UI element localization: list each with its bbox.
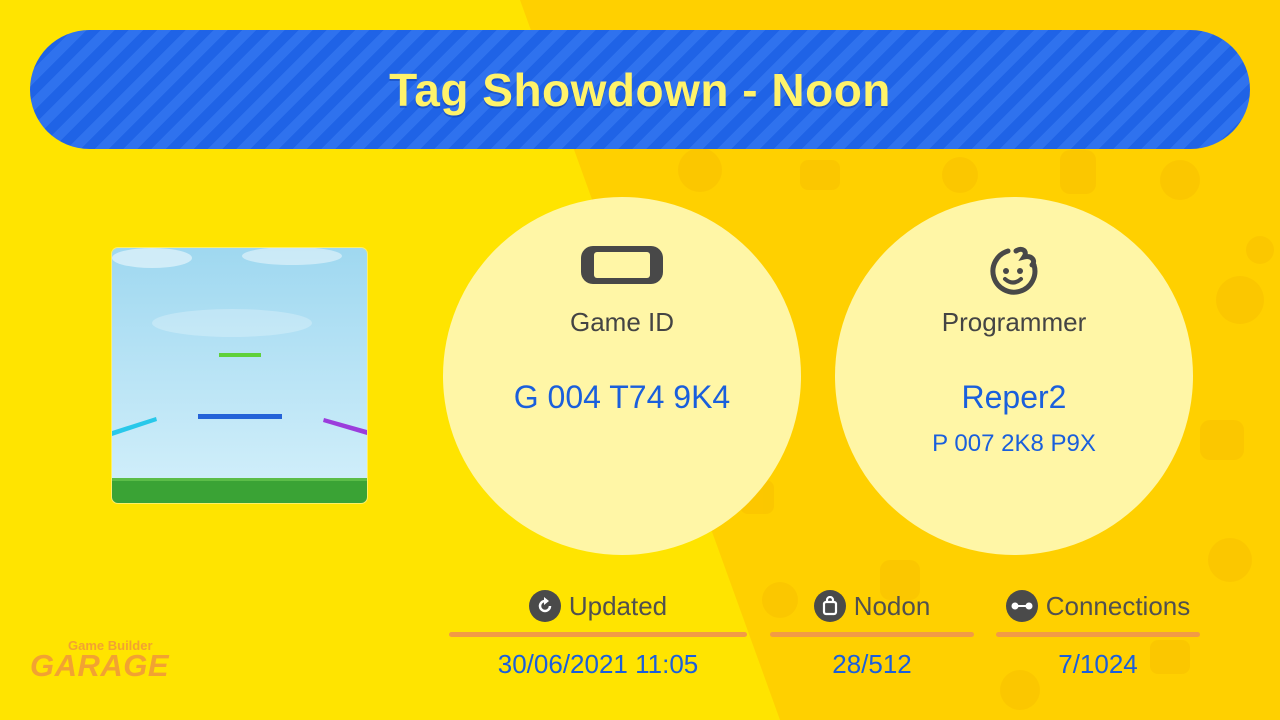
game-thumbnail-image [112,248,367,503]
programmer-label: Programmer [941,307,1087,337]
logo-main-text: GARAGE [30,648,170,683]
bag-icon [813,590,846,622]
updated-stat: Updated 30/06/2021 11:05 [449,588,747,680]
updated-label: Updated [568,590,668,621]
programmer-id: P 007 2K8 P9X [932,430,1096,457]
game-id-card: Game ID G 004 T74 9K4 [443,197,801,555]
game-thumbnail [112,248,367,503]
nodon-label: Nodon [853,590,931,621]
nodon-stat: Nodon 28/512 [770,588,974,680]
updated-value: 30/06/2021 11:05 [497,649,699,679]
connections-stat: Connections 7/1024 [996,588,1200,680]
game-id-label: Game ID [569,307,675,337]
connections-value: 7/1024 [1058,649,1138,679]
connections-divider [996,632,1200,637]
updated-divider [449,632,747,637]
game-id-value: G 004 T74 9K4 [513,379,731,415]
game-title: Tag Showdown - Noon [389,63,891,116]
refresh-icon [528,590,561,622]
nodon-divider [770,632,974,637]
programmer-card: Programmer Reper2 P 007 2K8 P9X [835,197,1193,555]
connection-icon [1005,590,1038,622]
title-banner: Tag Showdown - Noon [30,30,1250,149]
connections-label: Connections [1045,590,1191,621]
nodon-value: 28/512 [832,649,912,679]
game-builder-garage-logo: Game Builder GARAGE [30,634,170,684]
face-icon [990,246,1038,295]
programmer-name: Reper2 [961,379,1067,415]
switch-console-icon [581,246,663,284]
